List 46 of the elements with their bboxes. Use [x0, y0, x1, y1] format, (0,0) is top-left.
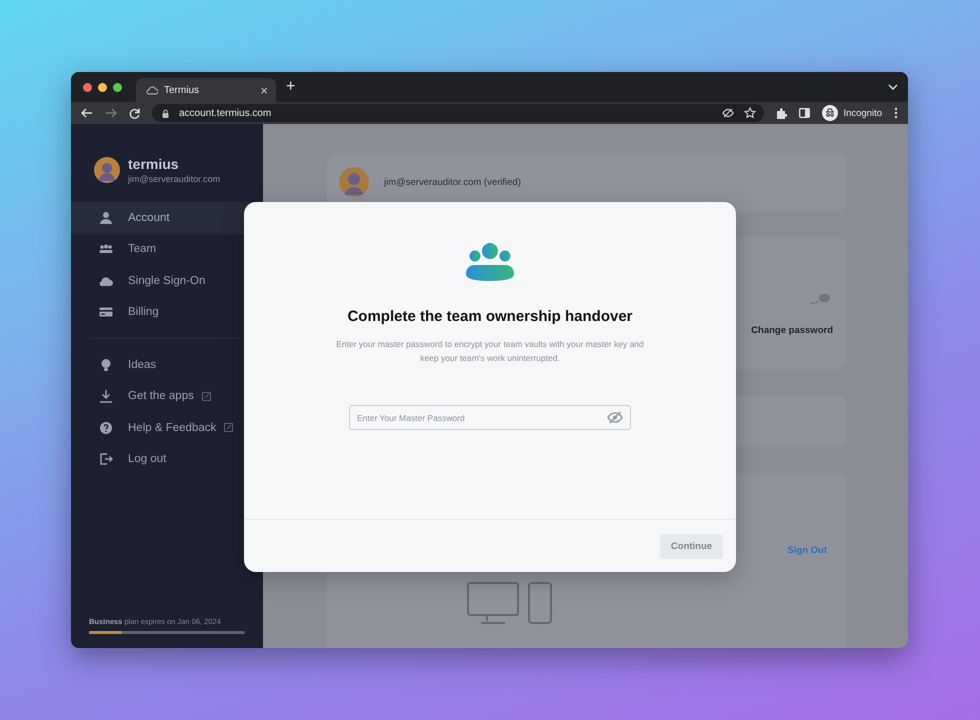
- sidebar-link[interactable]: Help & Feedback: [71, 412, 263, 444]
- url-text: account.termius.com: [179, 108, 272, 118]
- tab-title: Termius: [164, 84, 200, 96]
- sidebar-link[interactable]: Ideas: [71, 349, 263, 380]
- chevron-down-icon[interactable]: [888, 84, 898, 90]
- incognito-icon: [822, 105, 838, 121]
- side-panel-icon[interactable]: [799, 108, 810, 118]
- brand-name: termius: [128, 156, 180, 172]
- change-password-link[interactable]: Change password: [751, 325, 833, 336]
- sidebar-item[interactable]: Single Sign-On: [71, 265, 263, 296]
- download-icon: [99, 389, 113, 404]
- avatar-icon: [339, 167, 369, 197]
- lock-icon: [162, 108, 169, 118]
- lightbulb-icon: [99, 358, 113, 372]
- logout-icon: [99, 452, 113, 466]
- cloud-icon: [146, 85, 158, 95]
- password-field[interactable]: Enter Your Master Password: [349, 405, 631, 430]
- credit-card-icon: [99, 305, 113, 320]
- help-icon: [99, 420, 113, 435]
- close-tab-button[interactable]: ×: [260, 84, 268, 96]
- user-email: jim@serverauditor.com: [128, 174, 220, 184]
- reload-icon[interactable]: [129, 108, 140, 118]
- minimize-window-icon[interactable]: [98, 82, 107, 92]
- eye-slash-icon[interactable]: [722, 108, 734, 118]
- browser-tab[interactable]: Termius ×: [136, 78, 276, 102]
- close-window-icon[interactable]: [83, 82, 92, 92]
- person-icon: [99, 210, 113, 225]
- dialog-description: Enter your master password to encrypt your team vaults with your master key and keep your team's work uninterrupted.: [335, 338, 645, 365]
- sidebar-item[interactable]: Team: [71, 234, 263, 265]
- avatar-icon: [94, 157, 120, 183]
- dialog-title: Complete the team ownership handover: [347, 308, 633, 325]
- star-icon[interactable]: [744, 107, 756, 119]
- account-email: jim@serverauditor.com (verified): [384, 176, 521, 188]
- maximize-window-icon[interactable]: [113, 82, 122, 92]
- incognito-profile-button[interactable]: Incognito: [822, 105, 882, 121]
- puzzle-icon[interactable]: [776, 108, 788, 118]
- sidebar-link[interactable]: Log out: [71, 444, 263, 475]
- team-icon: [465, 242, 515, 282]
- more-icon[interactable]: [894, 107, 898, 119]
- key-icon: [809, 293, 831, 305]
- back-icon[interactable]: [81, 108, 93, 118]
- sidebar-link[interactable]: Get the apps: [71, 380, 263, 412]
- address-bar[interactable]: account.termius.com: [152, 104, 764, 122]
- new-tab-button[interactable]: +: [286, 79, 296, 95]
- forward-icon[interactable]: [105, 108, 117, 118]
- sidebar-item[interactable]: Billing: [71, 296, 263, 328]
